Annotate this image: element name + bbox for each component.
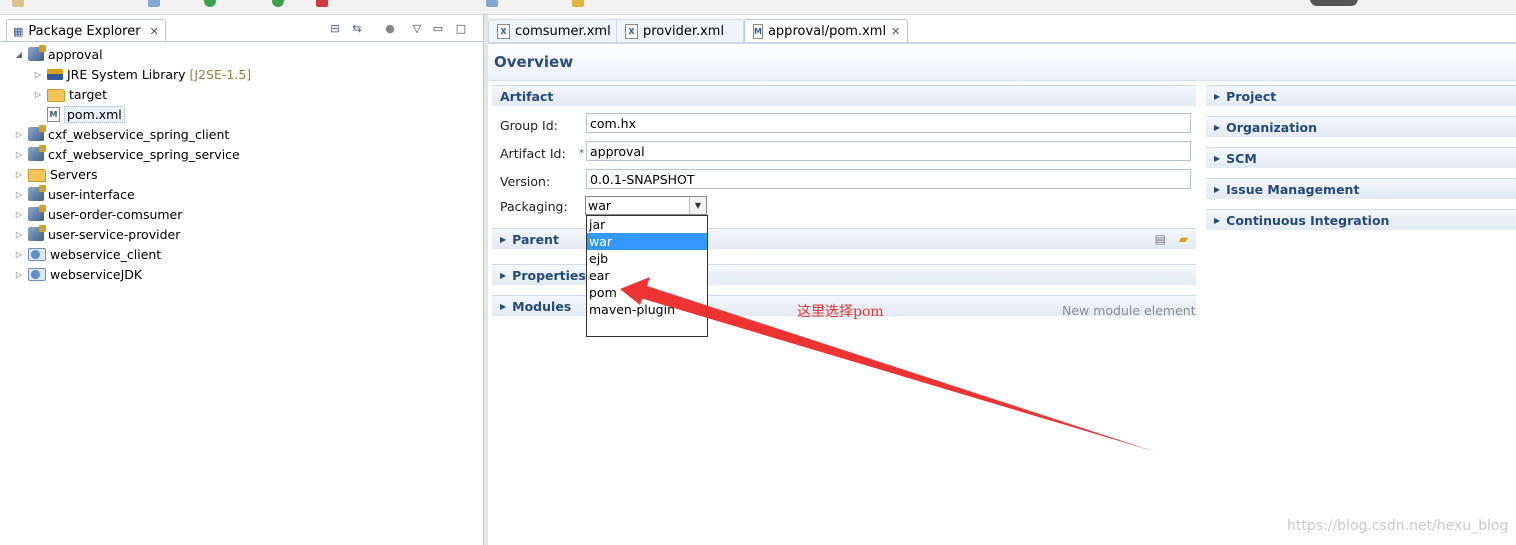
watermark-text: https://blog.csdn.net/hexu_blog [1287,518,1509,534]
annotation-arrow-shaft [637,285,1156,452]
annotation-arrow [620,277,1156,452]
